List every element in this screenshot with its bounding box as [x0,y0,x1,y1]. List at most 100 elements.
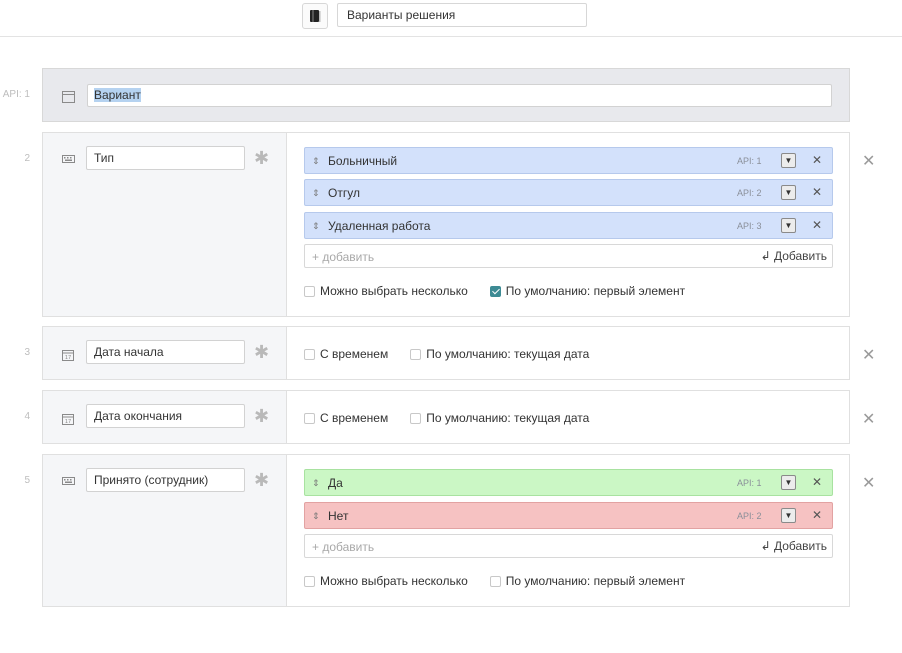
checkbox-label: Можно выбрать несколько [320,574,468,588]
calendar-icon: 17 [62,350,74,361]
option-item[interactable]: ⇕ Отгул API: 2 ▼ ✕ [304,179,833,206]
option-api: API: 2 [737,511,762,521]
row-api-label: API: 1 [2,89,30,100]
add-button-label: Добавить [773,539,827,553]
add-option-button[interactable]: ↲ Добавить [761,539,827,553]
row-number: 3 [24,347,30,358]
field-settings-panel: Принято (сотрудник) ✱ [43,455,287,606]
checkbox[interactable] [304,575,315,587]
option-item[interactable]: ⇕ Нет API: 2 ▼ ✕ [304,502,833,529]
field-settings-panel: 17 Дата начала ✱ [43,327,287,379]
chevron-down-icon[interactable]: ▼ [781,508,796,523]
drag-handle-icon[interactable]: ⇕ [312,510,320,522]
svg-text:17: 17 [65,419,71,425]
field-row-accepted: Принято (сотрудник) ✱ ⇕ Да API: 1 ▼ ✕ ⇕ … [42,454,850,607]
required-asterisk-icon[interactable]: ✱ [254,407,269,425]
window-icon [62,91,75,103]
field-name-input[interactable]: Тип [86,146,245,170]
option-label[interactable]: Отгул [328,186,360,200]
checkbox[interactable] [410,348,422,360]
calendar-icon: 17 [62,414,74,425]
options-checkboxes: Можно выбрать несколько По умолчанию: пе… [304,284,707,298]
chevron-down-icon[interactable]: ▼ [781,218,796,233]
with-time-option[interactable]: С временем [304,411,388,425]
close-icon[interactable]: ✕ [812,185,822,199]
book-icon [310,10,321,22]
close-icon[interactable]: ✕ [862,409,875,429]
close-icon[interactable]: ✕ [812,218,822,232]
option-item[interactable]: ⇕ Больничный API: 1 ▼ ✕ [304,147,833,174]
checkbox-label: С временем [320,411,389,425]
default-current-date-option[interactable]: По умолчанию: текущая дата [410,347,589,361]
multi-select-option[interactable]: Можно выбрать несколько [304,574,468,588]
add-option-button[interactable]: ↲ Добавить [761,249,827,263]
checkbox[interactable] [304,348,315,360]
with-time-option[interactable]: С временем [304,347,388,361]
option-label[interactable]: Удаленная работа [328,219,430,233]
option-label[interactable]: Да [328,476,343,490]
required-asterisk-icon[interactable]: ✱ [254,149,269,167]
close-icon[interactable]: ✕ [862,345,875,365]
add-button-label: Добавить [773,249,827,263]
close-icon[interactable]: ✕ [862,151,875,171]
field-settings-panel: Тип ✱ [43,133,287,316]
chevron-down-icon[interactable]: ▼ [781,185,796,200]
add-option-input[interactable]: + добавить ↲ Добавить [304,534,833,558]
keyboard-icon [62,477,75,485]
chevron-down-icon[interactable]: ▼ [781,153,796,168]
drag-handle-icon[interactable]: ⇕ [312,187,320,199]
default-first-option[interactable]: По умолчанию: первый элемент [489,574,686,588]
form-title-input[interactable]: Варианты решения [337,3,587,27]
option-label[interactable]: Больничный [328,154,397,168]
close-icon[interactable]: ✕ [862,473,875,493]
field-name-input[interactable]: Принято (сотрудник) [86,468,245,492]
row-number: 5 [24,475,30,486]
option-item[interactable]: ⇕ Да API: 1 ▼ ✕ [304,469,833,496]
drag-handle-icon[interactable]: ⇕ [312,477,320,489]
close-icon[interactable]: ✕ [812,508,822,522]
close-icon[interactable]: ✕ [812,153,822,167]
checkbox[interactable] [304,285,315,297]
checkbox[interactable] [304,412,315,424]
required-asterisk-icon[interactable]: ✱ [254,471,269,489]
multi-select-option[interactable]: Можно выбрать несколько [304,284,468,298]
checkbox-label: По умолчанию: первый элемент [505,284,686,298]
add-option-input[interactable]: + добавить ↲ Добавить [304,244,833,268]
top-bar: Варианты решения [0,0,902,37]
option-api: API: 2 [737,188,762,198]
field-name-input[interactable]: Дата окончания [86,404,245,428]
title-field-name-input[interactable]: Вариант [87,84,832,107]
book-icon-button[interactable] [302,3,328,29]
title-field-row: Вариант [42,68,850,122]
chevron-down-icon[interactable]: ▼ [781,475,796,490]
checkbox[interactable] [410,412,422,424]
svg-text:17: 17 [65,355,71,361]
default-current-date-option[interactable]: По умолчанию: текущая дата [410,411,589,425]
field-name-input[interactable]: Дата начала [86,340,245,364]
keyboard-icon [62,155,75,163]
option-item[interactable]: ⇕ Удаленная работа API: 3 ▼ ✕ [304,212,833,239]
add-option-placeholder: + добавить [312,250,375,264]
checkbox-label: С временем [320,347,389,361]
field-row-end-date: 17 Дата окончания ✱ С временем По умолча… [42,390,850,444]
field-row-start-date: 17 Дата начала ✱ С временем По умолчанию… [42,326,850,380]
close-icon[interactable]: ✕ [812,475,822,489]
default-first-option[interactable]: По умолчанию: первый элемент [489,284,686,298]
checkbox[interactable] [489,575,501,587]
row-number: 2 [24,153,30,164]
field-options-panel: С временем По умолчанию: текущая дата [304,391,849,443]
checkbox-label: По умолчанию: текущая дата [426,411,590,425]
option-label[interactable]: Нет [328,509,348,523]
checkbox-checked[interactable] [489,285,501,297]
checkbox-label: По умолчанию: первый элемент [505,574,686,588]
drag-handle-icon[interactable]: ⇕ [312,220,320,232]
checkbox-label: Можно выбрать несколько [320,284,468,298]
row-number: 4 [24,411,30,422]
field-options-panel: ⇕ Больничный API: 1 ▼ ✕ ⇕ Отгул API: 2 ▼… [304,133,849,316]
required-asterisk-icon[interactable]: ✱ [254,343,269,361]
selected-text: Вариант [94,88,141,102]
field-options-panel: С временем По умолчанию: текущая дата [304,327,849,379]
drag-handle-icon[interactable]: ⇕ [312,155,320,167]
add-option-placeholder: + добавить [312,540,375,554]
field-row-type: Тип ✱ ⇕ Больничный API: 1 ▼ ✕ ⇕ Отгул AP… [42,132,850,317]
